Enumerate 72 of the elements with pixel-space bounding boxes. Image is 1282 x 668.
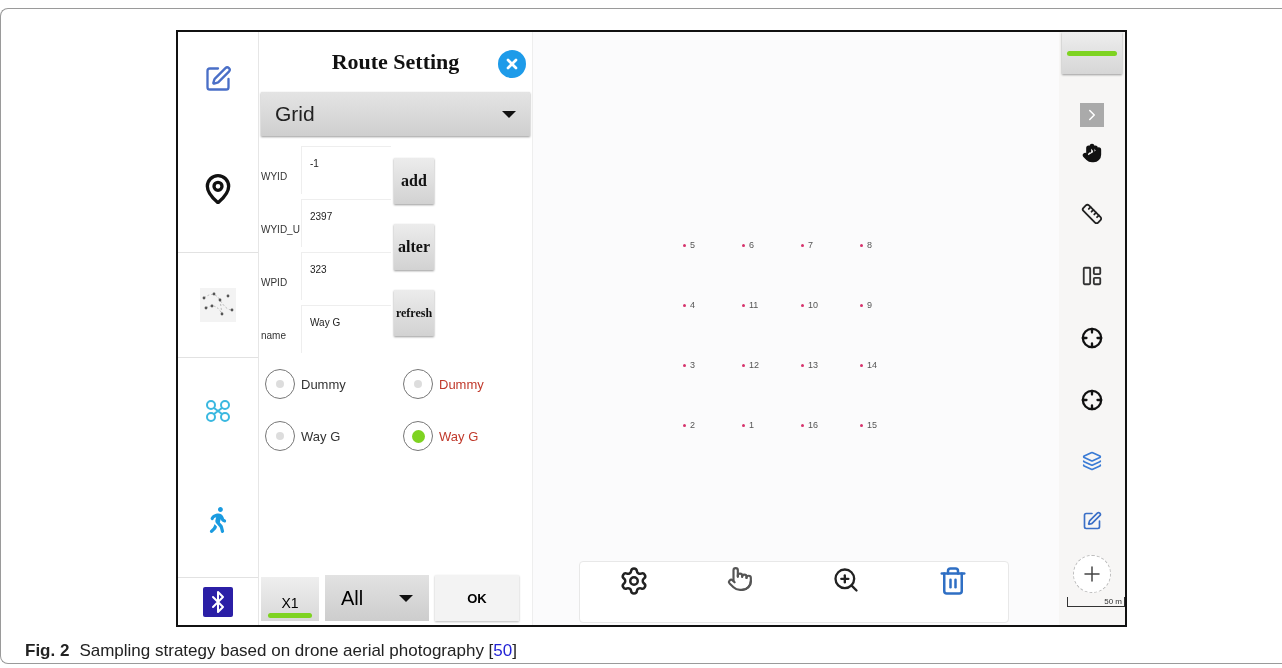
radio-option[interactable]: Way G [403,421,533,451]
target-icon[interactable] [1081,389,1103,411]
waypoint-number: 16 [808,420,818,430]
settings-icon[interactable] [618,566,649,596]
waypoint-dot [742,423,745,427]
waypoint-number: 11 [749,300,759,310]
filter-dropdown[interactable]: All [325,575,429,621]
add-button[interactable]: add [394,158,434,204]
zoom-in-button[interactable] [1073,555,1111,593]
scale-bar: 50 m [1067,597,1125,607]
waypoint-number: 9 [867,300,872,310]
waypoint-dot [683,423,686,427]
input-field[interactable]: 323 [301,252,391,300]
close-button[interactable] [498,50,526,78]
waypoint-dot [860,303,863,307]
figure-label: Fig. 2 [25,641,70,661]
waypoint-number: 7 [808,240,813,250]
waypoint-number: 3 [690,360,695,370]
waypoint-number: 8 [867,240,872,250]
waypoint-dot [683,303,686,307]
pointer-hand-icon[interactable] [727,566,754,592]
waypoint-number: 10 [808,300,818,310]
waypoint-number: 5 [690,240,695,250]
waypoint-dot [801,423,804,427]
waypoint-dot [683,363,686,367]
refresh-button[interactable]: refresh [394,290,434,336]
field-label: WYID_U [261,224,301,237]
ruler-icon[interactable] [1081,203,1103,225]
waypoint-number: 14 [867,360,877,370]
ok-button[interactable]: OK [435,575,519,621]
radio-option[interactable]: Dummy [265,369,403,399]
waypoint-number: 6 [749,240,754,250]
speed-button[interactable]: X1 [261,577,319,621]
close-icon[interactable] [504,56,520,72]
radio-option[interactable]: Dummy [403,369,533,399]
waypoint-number: 4 [690,300,695,310]
field-label: WPID [261,277,289,290]
zoom-in-icon[interactable] [831,566,860,594]
waypoint-dot [860,243,863,247]
waypoint-number: 12 [749,360,759,370]
bluetooth-icon[interactable] [203,586,233,617]
radio-option[interactable]: Way G [265,421,403,451]
waypoint-dot [742,303,745,307]
waypoint-dot [801,243,804,247]
panel-title: Route Setting [331,49,460,75]
input-field[interactable]: Way G [301,305,391,353]
waypoint-number: 2 [690,420,695,430]
field-label: name [261,330,287,343]
input-field[interactable]: -1 [301,146,391,194]
waypoint-number: 13 [808,360,818,370]
hand-icon[interactable] [1082,143,1102,163]
layout-icon[interactable] [1081,265,1103,287]
reference-link[interactable]: 50 [493,641,513,660]
waypoint-number: 1 [749,420,754,430]
alter-button[interactable]: alter [394,224,434,270]
edit-note-icon[interactable] [1082,511,1102,531]
edit-note-icon[interactable] [204,65,232,94]
waypoint-dot [801,303,804,307]
crosshair-icon[interactable] [1081,327,1103,349]
route-network-icon[interactable] [200,288,236,323]
input-field[interactable]: 2397 [301,199,391,247]
waypoint-dot [742,363,745,367]
route-type-dropdown[interactable]: Grid [261,92,530,136]
field-label: WYID [261,171,289,184]
waypoint-dot [860,363,863,367]
figure-caption: Sampling strategy based on drone aerial photography [50] [79,641,517,661]
waypoint-dot [801,363,804,367]
waypoint-dot [742,243,745,247]
layers-icon[interactable] [1082,451,1102,471]
waypoint-number: 15 [867,420,877,430]
waypoint-dot [860,423,863,427]
waypoint-dot [683,243,686,247]
